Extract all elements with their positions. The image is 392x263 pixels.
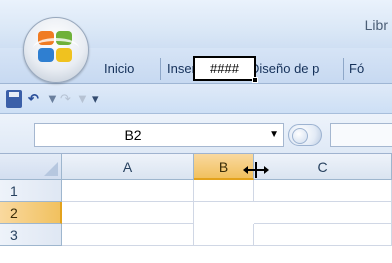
tab-inicio[interactable]: Inicio [104, 60, 134, 78]
column-header-a[interactable]: A [62, 154, 194, 180]
worksheet-grid: A B C 1 2 3 [0, 154, 392, 263]
cell-c3[interactable] [254, 224, 392, 246]
formula-input[interactable] [330, 123, 392, 147]
row-header-3[interactable]: 3 [0, 224, 62, 246]
cell-a2[interactable] [62, 202, 194, 224]
column-header-c[interactable]: C [254, 154, 392, 180]
save-icon[interactable] [6, 90, 22, 108]
cell-c2[interactable] [254, 202, 392, 224]
cell-a3[interactable] [62, 224, 194, 246]
cell-b3[interactable] [194, 224, 254, 246]
chevron-down-icon[interactable]: ▼ [269, 124, 279, 146]
window-title: Libr [364, 17, 388, 33]
active-cell-b2[interactable]: #### [193, 56, 256, 81]
customize-qat-icon[interactable]: ▾ [92, 90, 99, 108]
excel-window: Libr Inicio Insertar Diseño de p Fó ↶ ▼ … [0, 0, 392, 263]
tab-diseno-pagina[interactable]: Diseño de p [250, 60, 319, 78]
undo-icon[interactable]: ↶ [28, 90, 39, 108]
fill-handle[interactable] [252, 77, 258, 83]
name-box-value: B2 [124, 127, 142, 143]
cell-c1[interactable] [254, 180, 392, 202]
column-resize-cursor-icon [243, 162, 269, 178]
cell-b1[interactable] [194, 180, 254, 202]
quick-access-toolbar: ↶ ▼ ↷ ▼ ▾ [0, 84, 392, 114]
tab-divider [160, 58, 161, 80]
tab-divider [343, 58, 344, 80]
office-logo-icon [33, 30, 79, 66]
redo-icon[interactable]: ↷ [60, 90, 71, 108]
tab-formulas[interactable]: Fó [349, 60, 364, 78]
row-header-2[interactable]: 2 [0, 202, 62, 224]
select-all-button[interactable] [0, 154, 62, 180]
redo-dropdown-icon[interactable]: ▼ [76, 90, 89, 108]
formula-bar: B2 ▼ [0, 114, 392, 154]
name-box[interactable]: B2 ▼ [34, 123, 284, 147]
formula-bar-expand-icon[interactable] [288, 124, 322, 146]
row-header-1[interactable]: 1 [0, 180, 62, 202]
office-button[interactable] [23, 17, 89, 83]
undo-dropdown-icon[interactable]: ▼ [46, 90, 59, 108]
cell-a1[interactable] [62, 180, 194, 202]
